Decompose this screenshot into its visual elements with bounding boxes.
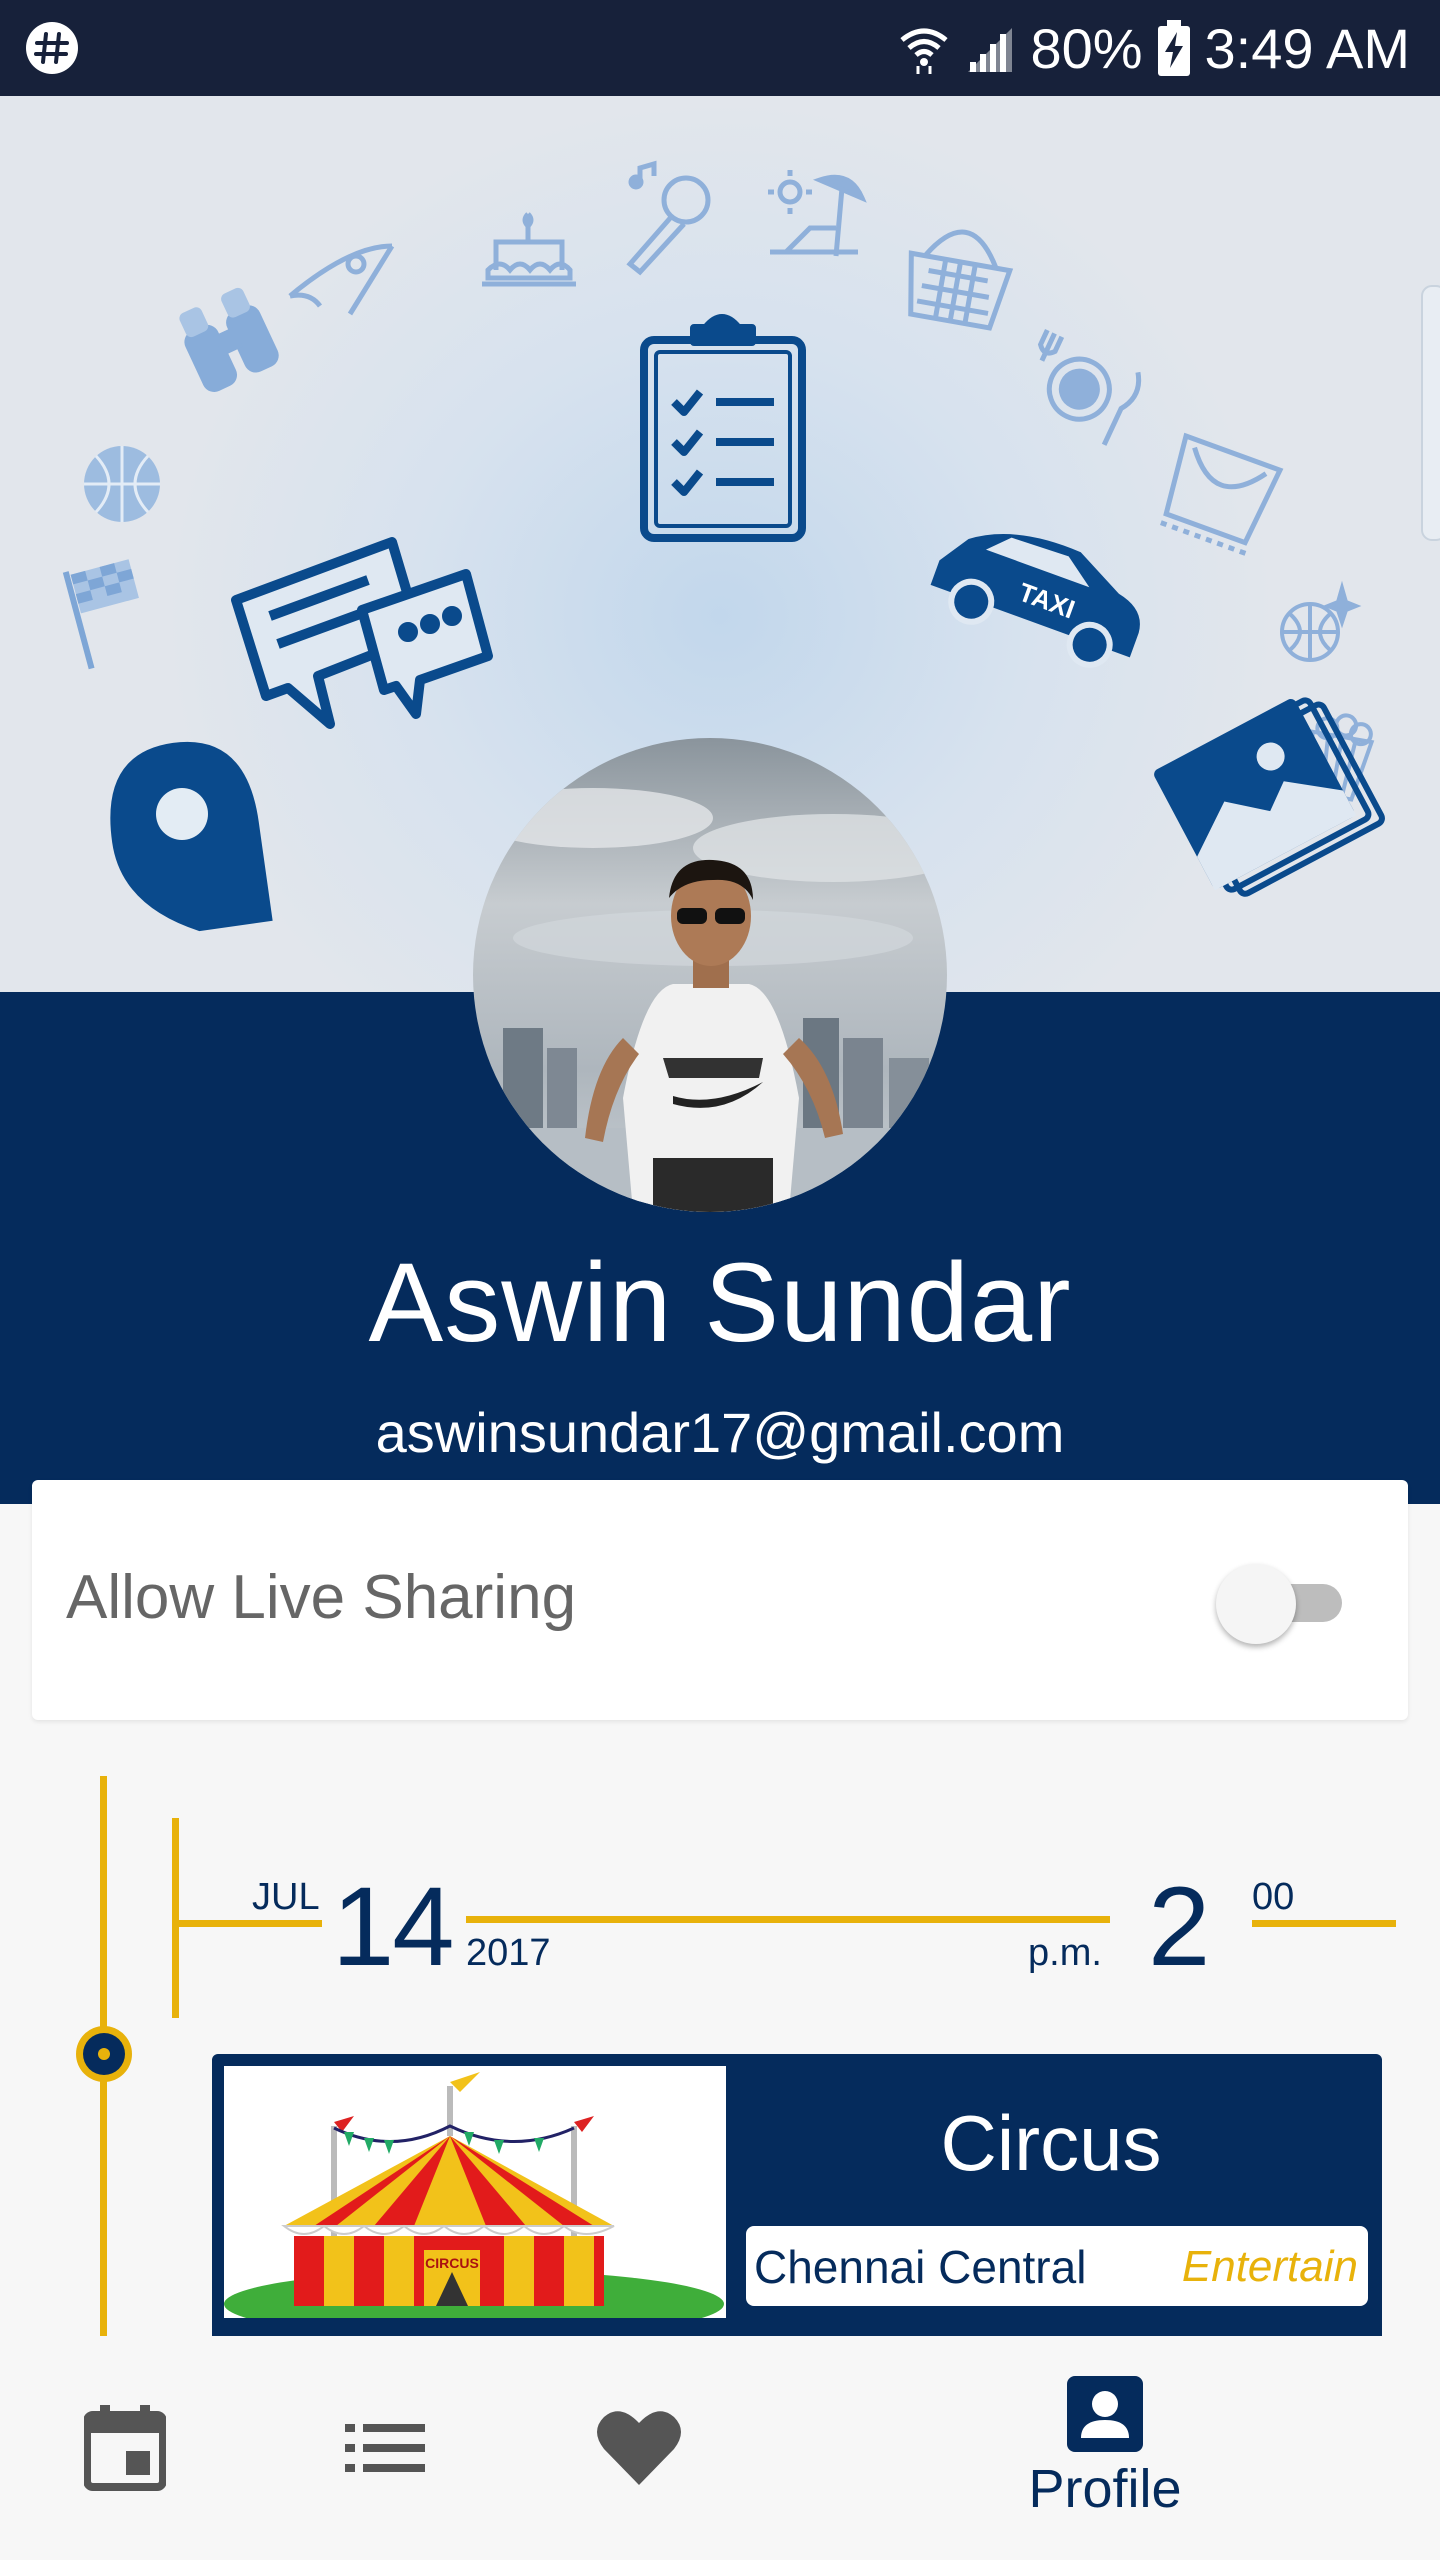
fishing-rod-icon [288,243,395,316]
toggle-thumb [1216,1564,1296,1644]
event-ampm: p.m. [1028,1932,1102,1974]
app-notification-icon [26,22,78,74]
event-info-pill: Chennai Central Entertain [746,2226,1368,2306]
map-pin-icon [110,741,273,932]
date-divider [172,1920,322,1927]
basketball-icon [84,446,160,522]
event-timeline: JUL 14 2017 p.m. 2 00 CIRCUS Circus Chen… [0,1770,1440,2336]
picnic-basket-icon [908,229,1014,331]
profile-email: aswinsundar17@gmail.com [375,1401,1065,1464]
beach-chair-icon [768,170,867,257]
calendar-icon [84,2405,166,2491]
disco-ball-icon [1280,580,1362,662]
edge-panel-handle [1421,285,1440,541]
event-minute: 00 [1252,1876,1295,1918]
event-month: JUL [252,1876,320,1918]
checkered-flag-icon [62,559,139,670]
wifi-icon [900,28,949,74]
stage-curtain-icon [1160,432,1284,556]
nav-calendar[interactable] [60,2336,190,2560]
status-indicators: 80% 3:49 AM [898,0,1410,96]
chat-bubbles-icon [231,537,493,729]
battery-charging-icon [1157,20,1190,76]
clock: 3:49 AM [1204,16,1410,80]
event-image: CIRCUS [222,2064,728,2320]
profile-icon [1067,2376,1143,2452]
timeline-dot [76,2026,132,2082]
profile-name: Aswin Sundar [368,1240,1072,1365]
event-title: Circus [940,2099,1162,2187]
bottom-navigation: Profile [0,2336,1440,2560]
date-bracket [172,1818,179,2018]
taxi-icon: TAXI [930,534,1140,668]
nav-profile-label: Profile [1028,2459,1182,2519]
date-divider [466,1916,1110,1923]
battery-percent: 80% [1030,16,1143,80]
cake-icon [482,212,576,287]
dining-plate-icon [1037,329,1142,446]
list-icon [345,2424,425,2472]
signal-icon [968,28,1013,72]
avatar[interactable] [473,738,947,1212]
binoculars-icon [179,287,279,392]
circus-tent-illustration: CIRCUS [224,2072,724,2318]
nav-profile[interactable]: Profile [1000,2336,1210,2560]
nav-favorites[interactable] [574,2336,704,2560]
event-location: Chennai Central [754,2241,1087,2293]
date-divider [1252,1920,1396,1927]
live-sharing-toggle[interactable] [1216,1562,1346,1644]
photo-stack-icon [1154,697,1385,897]
event-year: 2017 [466,1932,551,1974]
live-sharing-label: Allow Live Sharing [66,1563,577,1632]
status-bar: 80% 3:49 AM [0,0,1440,96]
clipboard-checklist-icon [640,314,806,542]
live-sharing-card: Allow Live Sharing [32,1480,1408,1720]
nav-list[interactable] [320,2336,450,2560]
microphone-icon [626,160,711,276]
heart-icon [597,2411,681,2485]
circus-sign-text: CIRCUS [425,2255,479,2271]
event-card[interactable]: CIRCUS Circus Chennai Central Entertain [212,2054,1382,2336]
avatar-photo [473,738,947,1212]
event-category: Entertain [1181,2242,1358,2291]
event-hour: 2 [1148,1864,1211,1989]
event-day: 14 [332,1864,455,1989]
